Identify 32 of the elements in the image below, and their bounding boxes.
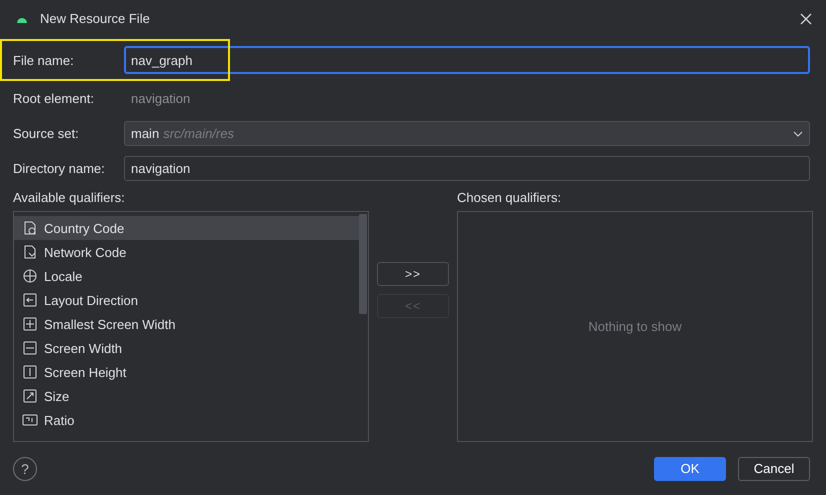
globe-icon — [22, 268, 38, 284]
direction-icon — [22, 292, 38, 308]
qualifier-item[interactable]: Network Code — [14, 240, 360, 264]
field-label: Root element: — [13, 91, 95, 106]
qualifier-item[interactable]: Smallest Screen Width — [14, 312, 360, 336]
window-title: New Resource File — [40, 11, 151, 26]
qualifier-item[interactable]: Country Code — [14, 216, 360, 240]
move-button[interactable]: >> — [377, 262, 449, 286]
qualifier-item[interactable]: Layout Direction — [14, 288, 360, 312]
field-label: File name: — [13, 52, 75, 68]
field-label: Directory name: — [13, 161, 106, 176]
help-button[interactable]: ? — [13, 456, 37, 481]
source-set-dropdown[interactable]: main src/main/res — [124, 121, 810, 146]
empty-message: Nothing to show — [588, 319, 682, 334]
directory-name-field[interactable]: navigation — [124, 156, 810, 182]
qualifier-item[interactable]: Screen Width — [14, 336, 360, 360]
qualifier-item[interactable]: Locale — [14, 264, 360, 288]
ok-button[interactable]: OK — [654, 456, 726, 481]
list-label: Chosen qualifiers: — [457, 190, 562, 206]
scrollbar-thumb[interactable] — [359, 214, 367, 314]
file-name-field[interactable]: nav_graph — [124, 46, 810, 74]
root-element-value: navigation — [130, 91, 190, 106]
qualifier-item[interactable]: Screen Height — [14, 360, 360, 384]
cancel-button[interactable]: Cancel — [738, 456, 810, 481]
source-set-path: src/main/res — [163, 126, 234, 142]
field-label: Source set: — [13, 126, 80, 142]
chevron-down-icon — [793, 130, 803, 137]
qualifier-item[interactable]: Size — [14, 384, 360, 408]
source-set-value: main — [131, 126, 160, 142]
qualifier-item[interactable]: Ratio — [14, 408, 360, 432]
close-icon[interactable] — [800, 12, 812, 25]
list-label: Available qualifiers: — [13, 190, 126, 206]
